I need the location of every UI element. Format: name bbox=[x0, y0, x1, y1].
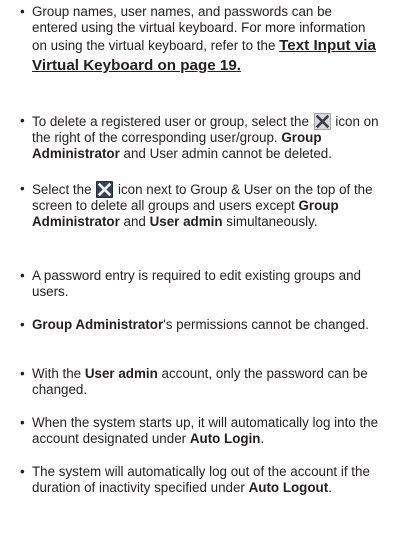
note-text-span: A password entry is required to edit exi… bbox=[32, 268, 361, 299]
bold-term: Auto Login bbox=[189, 431, 261, 446]
bullet: • bbox=[20, 415, 25, 430]
bullet: • bbox=[20, 4, 25, 19]
note-text-span: 's permissions cannot be changed. bbox=[163, 317, 369, 332]
manual-page: • Group names, user names, and passwords… bbox=[0, 0, 393, 558]
note-text-span: To delete a registered user or group, se… bbox=[32, 114, 313, 129]
note-text-span: and User admin cannot be deleted. bbox=[119, 146, 332, 161]
note-text-span: simultaneously. bbox=[222, 214, 318, 229]
note-text-span: . bbox=[328, 480, 332, 495]
bold-term: Auto Logout bbox=[248, 480, 329, 495]
note-text: Group Administrator's permissions cannot… bbox=[32, 317, 388, 333]
bullet: • bbox=[20, 268, 25, 283]
bullet: • bbox=[20, 317, 25, 332]
note-text: With the User admin account, only the pa… bbox=[32, 366, 388, 398]
note-text: To delete a registered user or group, se… bbox=[32, 113, 388, 162]
bullet: • bbox=[20, 181, 25, 196]
bold-term: User admin bbox=[84, 366, 158, 381]
bold-term: User admin bbox=[149, 214, 223, 229]
note-text: Select the icon next to Group & User on … bbox=[32, 181, 388, 230]
note-text-span: . bbox=[260, 431, 265, 446]
delete-x-icon bbox=[313, 113, 331, 130]
bold-term: Group Administrator bbox=[32, 317, 164, 332]
note-text: Group names, user names, and passwords c… bbox=[32, 4, 378, 76]
note-text: The system will automatically log out of… bbox=[32, 464, 388, 496]
bullet: • bbox=[20, 113, 25, 128]
note-text-span: Select the bbox=[32, 182, 96, 197]
note-text: A password entry is required to edit exi… bbox=[32, 268, 388, 300]
note-text: When the system starts up, it will autom… bbox=[32, 415, 388, 447]
bullet: • bbox=[20, 366, 25, 381]
note-text-span: and bbox=[119, 214, 150, 229]
delete-all-x-icon bbox=[96, 181, 114, 198]
bullet: • bbox=[20, 464, 25, 479]
note-text-span: With the bbox=[32, 366, 85, 381]
